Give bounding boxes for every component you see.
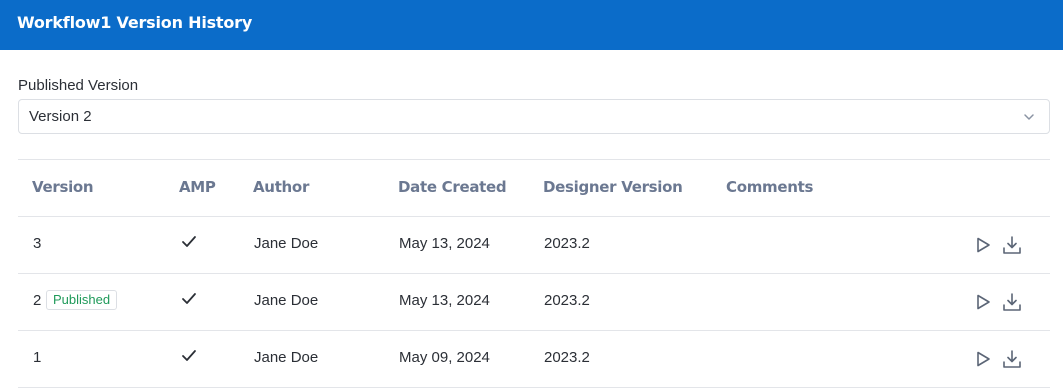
column-header-author: Author (253, 178, 310, 196)
table-row[interactable]: 1 Jane Doe May 09, 2024 2023.2 (18, 331, 1050, 388)
version-cell: 1 (33, 349, 42, 366)
page-title: Workflow1 Version History (17, 13, 253, 32)
divider (18, 387, 1050, 388)
author-cell: Jane Doe (254, 292, 319, 309)
published-version-value: Version 2 (29, 108, 92, 125)
published-badge: Published (46, 290, 118, 310)
table-row[interactable]: 2 Published Jane Doe May 13, 2024 2023.2 (18, 274, 1050, 331)
checkmark-icon (182, 236, 196, 247)
play-icon[interactable] (973, 349, 993, 369)
published-version-select[interactable]: Version 2 (18, 99, 1050, 134)
divider (18, 159, 1050, 160)
column-header-amp: AMP (179, 178, 216, 196)
download-icon[interactable] (1001, 348, 1023, 370)
version-cell: 2 (33, 292, 42, 309)
column-header-date-created: Date Created (398, 178, 507, 196)
designer-version-cell: 2023.2 (544, 349, 590, 366)
play-icon[interactable] (973, 235, 993, 255)
designer-version-cell: 2023.2 (544, 235, 590, 252)
table-row[interactable]: 3 Jane Doe May 13, 2024 2023.2 (18, 217, 1050, 274)
author-cell: Jane Doe (254, 349, 319, 366)
download-icon[interactable] (1001, 291, 1023, 313)
version-cell: 3 (33, 235, 42, 252)
play-icon[interactable] (973, 292, 993, 312)
date-created-cell: May 13, 2024 (399, 292, 490, 309)
checkmark-icon (182, 350, 196, 361)
column-header-designer-version: Designer Version (543, 178, 683, 196)
published-version-label: Published Version (18, 77, 139, 94)
author-cell: Jane Doe (254, 235, 319, 252)
column-header-version: Version (32, 178, 94, 196)
checkmark-icon (182, 293, 196, 304)
title-bar: Workflow1 Version History (0, 0, 1063, 50)
download-icon[interactable] (1001, 234, 1023, 256)
column-header-comments: Comments (726, 178, 814, 196)
designer-version-cell: 2023.2 (544, 292, 590, 309)
date-created-cell: May 09, 2024 (399, 349, 490, 366)
date-created-cell: May 13, 2024 (399, 235, 490, 252)
chevron-down-icon (1024, 114, 1034, 120)
